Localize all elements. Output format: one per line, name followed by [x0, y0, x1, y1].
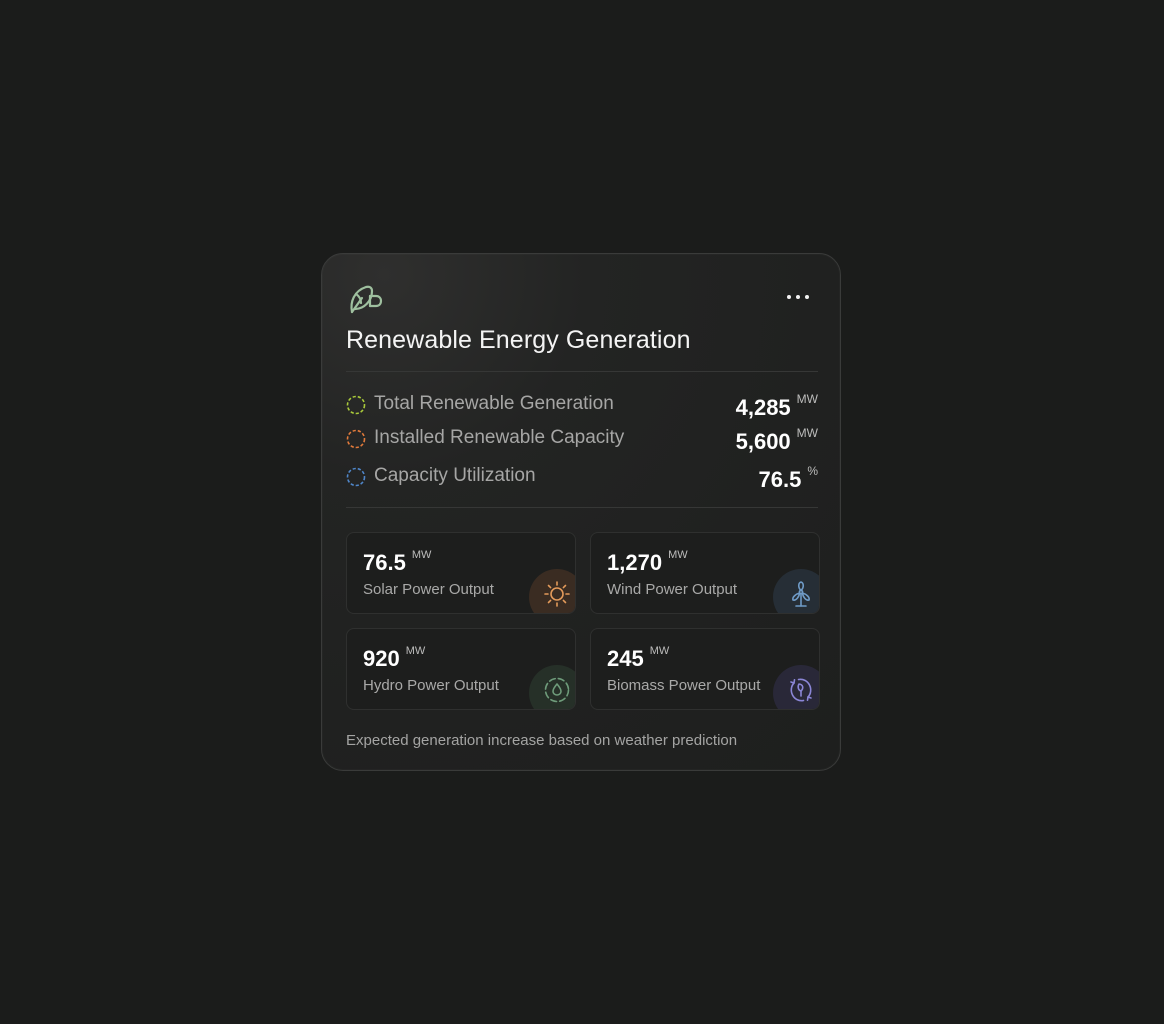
stat-row-capacity-utilization: Capacity Utilization 76.5 %	[346, 464, 818, 494]
tile-unit: MW	[411, 549, 432, 561]
tile-unit: MW	[405, 645, 426, 657]
tile-biomass-output[interactable]: 245 MW Biomass Power Output	[590, 628, 820, 710]
wind-turbine-icon	[792, 581, 810, 607]
stat-unit: MW	[796, 392, 818, 406]
dashed-ring-icon	[346, 467, 366, 487]
tile-badge	[773, 569, 819, 613]
stat-value: 76.5	[758, 467, 802, 492]
card-title: Renewable Energy Generation	[346, 326, 691, 354]
dot	[805, 295, 809, 299]
leaf-plug-icon	[350, 285, 383, 314]
tile-value-group: 920 MW	[363, 645, 425, 672]
stat-unit: %	[807, 464, 818, 478]
tile-label: Solar Power Output	[363, 581, 494, 598]
stat-value: 5,600	[735, 429, 791, 454]
tile-unit: MW	[649, 645, 670, 657]
tile-value: 1,270	[607, 550, 663, 575]
dot	[787, 295, 791, 299]
tile-hydro-output[interactable]: 920 MW Hydro Power Output	[346, 628, 576, 710]
divider	[346, 371, 818, 372]
stat-label: Capacity Utilization	[374, 465, 536, 486]
tile-value: 245	[607, 646, 644, 671]
tile-value-group: 76.5 MW	[363, 549, 431, 576]
tile-unit: MW	[668, 549, 688, 561]
stat-row-total-generation: Total Renewable Generation 4,285 MW	[346, 392, 818, 422]
water-drop-icon	[544, 677, 570, 703]
tile-label: Biomass Power Output	[607, 677, 761, 694]
tile-badge	[529, 569, 575, 613]
stat-value: 4,285	[735, 395, 791, 420]
footer-note: Expected generation increase based on we…	[346, 732, 738, 749]
dashed-ring-icon	[346, 429, 366, 449]
tile-label: Wind Power Output	[607, 581, 738, 598]
stat-row-installed-capacity: Installed Renewable Capacity 5,600 MW	[346, 426, 818, 456]
leaf-cycle-icon	[790, 678, 812, 702]
stat-value-group: 76.5 %	[759, 464, 819, 493]
dot	[796, 295, 800, 299]
tile-value: 76.5	[363, 550, 406, 575]
stat-label: Installed Renewable Capacity	[374, 427, 625, 448]
stat-value-group: 5,600 MW	[736, 426, 818, 455]
tile-solar-output[interactable]: 76.5 MW Solar Power Output	[346, 532, 576, 614]
tile-label: Hydro Power Output	[363, 677, 499, 694]
more-options-button[interactable]	[778, 286, 818, 308]
tile-badge	[773, 665, 819, 709]
tile-badge	[529, 665, 575, 709]
stat-label: Total Renewable Generation	[374, 393, 614, 414]
renewable-energy-card: Renewable Energy Generation Total Renewa…	[321, 253, 841, 771]
stat-unit: MW	[796, 426, 818, 440]
sun-icon	[544, 581, 570, 607]
tile-value-group: 1,270 MW	[607, 549, 688, 576]
tile-wind-output[interactable]: 1,270 MW Wind Power Output	[590, 532, 820, 614]
stat-value-group: 4,285 MW	[736, 392, 818, 421]
tile-value-group: 245 MW	[607, 645, 669, 672]
divider	[346, 507, 818, 508]
dashed-ring-icon	[346, 395, 366, 415]
tile-value: 920	[363, 646, 400, 671]
